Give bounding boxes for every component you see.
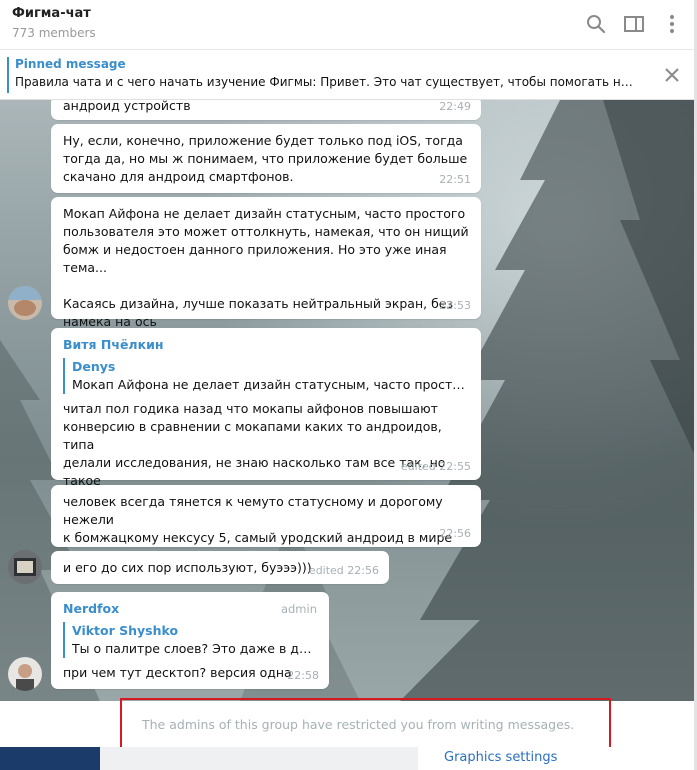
message-bubble[interactable]: человек всегда тянется к чемуто статусно… [51,485,481,547]
message-text: Мокап Айфона не делает дизайн статусным,… [63,206,469,329]
message-time: edited 22:56 [308,564,379,577]
chat-title[interactable]: Фигма-чат [12,6,91,21]
message-bubble[interactable]: и его до сих пор используют, буэээ))) ed… [51,551,389,584]
gray-panel [100,747,418,770]
search-icon[interactable] [584,12,608,36]
sender-name[interactable]: Nerdfox [63,600,317,618]
pinned-accent-bar [7,57,9,93]
avatar[interactable] [8,550,42,584]
member-count: 773 members [12,26,96,40]
dark-panel [0,747,100,770]
message-text: андроид устройств [63,100,191,113]
sidebar-toggle-icon[interactable] [622,12,646,36]
graphics-settings-link[interactable]: Graphics settings [444,750,557,765]
pinned-title: Pinned message [15,57,126,71]
message-time: edited 22:55 [400,460,471,473]
message-text: при чем тут десктоп? версия одна [63,665,292,680]
message-time: 22:51 [439,173,471,186]
highlight-annotation [120,698,611,749]
message-text: Ну, если, конечно, приложение будет толь… [63,133,468,184]
message-time: 22:49 [439,100,471,113]
bottom-strip: Graphics settings [0,747,697,770]
sender-name[interactable]: Витя Пчёлкин [63,336,469,354]
message-bubble[interactable]: Nerdfox admin Viktor Shyshko Ты о палитр… [51,592,329,689]
message-bubble[interactable]: Ну, если, конечно, приложение будет толь… [51,124,481,193]
message-bubble[interactable]: Витя Пчёлкин Denys Мокап Айфона не делае… [51,328,481,506]
message-time: 22:53 [439,299,471,312]
reply-quote[interactable]: Denys Мокап Айфона не делает дизайн стат… [63,358,469,394]
pinned-message[interactable]: Pinned message Правила чата и с чего нач… [0,50,697,100]
reply-author: Denys [72,359,116,374]
message-bubble[interactable]: андроид устройств 22:49 [51,100,481,120]
reply-text: Мокап Айфона не делает дизайн статусным,… [72,377,469,392]
avatar[interactable] [8,657,42,691]
message-time: 22:56 [439,527,471,540]
avatar[interactable] [8,286,42,320]
chat-messages-area[interactable]: андроид устройств 22:49 Ну, если, конечн… [0,100,697,701]
admin-badge: admin [280,602,317,616]
close-icon[interactable] [663,66,681,84]
message-bubble[interactable]: Мокап Айфона не делает дизайн статусным,… [51,197,481,329]
chat-header: Фигма-чат 773 members [0,0,697,50]
more-vertical-icon[interactable] [660,12,684,36]
message-time: 22:58 [287,669,319,682]
pinned-text: Правила чата и с чего начать изучение Фи… [15,75,640,89]
reply-text: Ты о палитре слоев? Это даже в дескт... [72,641,317,656]
composer-area: The admins of this group have restricted… [0,698,697,770]
reply-author: Viktor Shyshko [72,623,179,638]
message-text: человек всегда тянется к чемуто статусно… [63,494,453,545]
reply-quote[interactable]: Viktor Shyshko Ты о палитре слоев? Это д… [63,622,317,658]
